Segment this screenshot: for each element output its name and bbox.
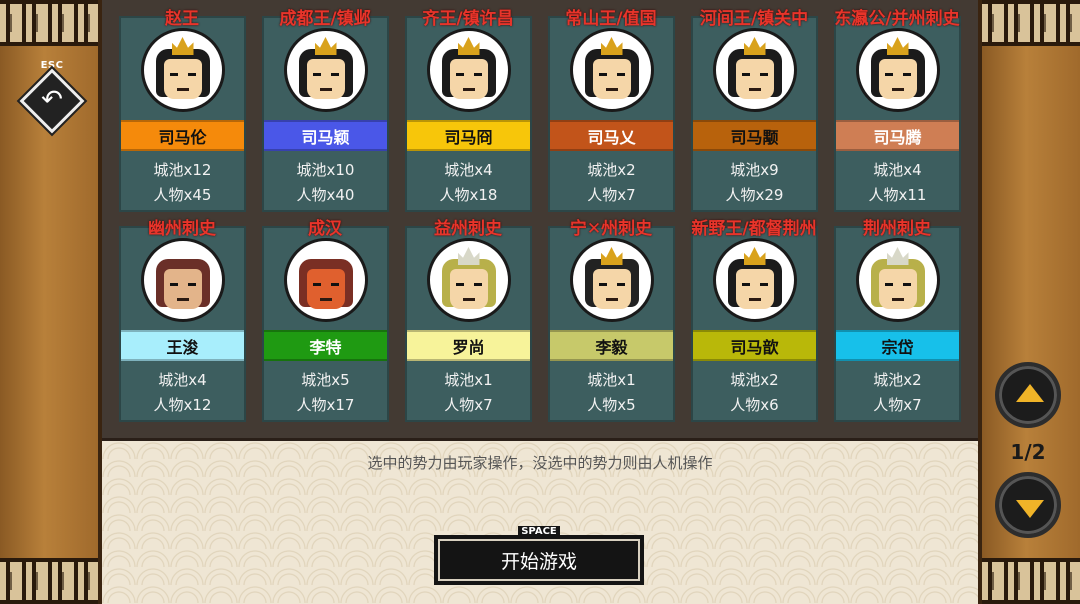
faction-grid: 司马伦 城池x12 人物x45 司马颖 城池x10 人物x40 司马冏 城池x4… bbox=[102, 0, 978, 438]
people-count: 人物x12 bbox=[153, 396, 212, 414]
faction-title-part: 宁 bbox=[569, 219, 587, 239]
faction-leader-name: 司马颖 bbox=[264, 120, 387, 151]
faction-title: 齐王/镇许昌 bbox=[422, 9, 514, 29]
fret-pattern-top-left bbox=[0, 0, 98, 46]
faction-title: 荆州刺史 bbox=[863, 219, 931, 239]
faction-title: 河间王/镇关中 bbox=[699, 9, 809, 29]
faction-leader-name: 罗尚 bbox=[407, 330, 530, 361]
city-count: 城池x4 bbox=[444, 161, 493, 179]
faction-card[interactable]: 宗岱 城池x2 人物x7 bbox=[834, 226, 961, 422]
back-arrow-icon: ↶ bbox=[41, 85, 63, 115]
faction-title: 成都王/镇邺 bbox=[279, 9, 371, 29]
portrait-icon bbox=[569, 28, 654, 112]
portrait-icon bbox=[712, 28, 797, 112]
faction-leader-name: 司马腾 bbox=[836, 120, 959, 151]
faction-card[interactable]: 王浚 城池x4 人物x12 bbox=[119, 226, 246, 422]
faction-leader-name: 司马伦 bbox=[121, 120, 244, 151]
faction-title: 东瀛公/并州刺史 bbox=[834, 9, 960, 29]
page-up-button[interactable] bbox=[995, 362, 1061, 428]
page-down-button[interactable] bbox=[995, 472, 1061, 538]
faction-leader-name: 王浚 bbox=[121, 330, 244, 361]
faction-leader-name: 李毅 bbox=[550, 330, 673, 361]
city-count: 城池x2 bbox=[730, 371, 779, 389]
back-button[interactable]: ESC ↶ bbox=[16, 60, 88, 137]
faction-title: 益州刺史 bbox=[434, 219, 502, 239]
faction-card[interactable]: 李毅 城池x1 人物x5 bbox=[548, 226, 675, 422]
people-count: 人物x18 bbox=[439, 186, 498, 204]
faction-leader-name: 司马颙 bbox=[693, 120, 816, 151]
people-count: 人物x40 bbox=[296, 186, 355, 204]
city-count: 城池x4 bbox=[873, 161, 922, 179]
faction-title: 新野王/都督荆州 bbox=[691, 219, 817, 239]
portrait-icon bbox=[426, 238, 511, 322]
faction-card[interactable]: 李特 城池x5 人物x17 bbox=[262, 226, 389, 422]
portrait-icon bbox=[283, 28, 368, 112]
fret-pattern-top-right bbox=[982, 0, 1080, 46]
people-count: 人物x7 bbox=[444, 396, 493, 414]
faction-title: 幽州刺史 bbox=[148, 219, 216, 239]
faction-leader-name: 宗岱 bbox=[836, 330, 959, 361]
faction-card[interactable]: 司马腾 城池x4 人物x11 bbox=[834, 16, 961, 212]
city-count: 城池x9 bbox=[730, 161, 779, 179]
faction-title: 赵王 bbox=[165, 9, 199, 29]
faction-title: 宁✕州刺史 bbox=[536, 214, 686, 239]
portrait-icon bbox=[140, 28, 225, 112]
faction-leader-name: 司马乂 bbox=[550, 120, 673, 151]
faction-leader-name: 司马歆 bbox=[693, 330, 816, 361]
city-count: 城池x12 bbox=[153, 161, 212, 179]
space-key-label: SPACE bbox=[434, 526, 644, 537]
people-count: 人物x5 bbox=[587, 396, 636, 414]
faction-card[interactable]: 罗尚 城池x1 人物x7 bbox=[405, 226, 532, 422]
people-count: 人物x11 bbox=[868, 186, 927, 204]
city-count: 城池x10 bbox=[296, 161, 355, 179]
portrait-icon bbox=[855, 238, 940, 322]
faction-card[interactable]: 司马乂 城池x2 人物x7 bbox=[548, 16, 675, 212]
city-count: 城池x4 bbox=[158, 371, 207, 389]
portrait-icon bbox=[426, 28, 511, 112]
faction-title-part: 州刺史 bbox=[601, 219, 653, 239]
portrait-icon bbox=[569, 238, 654, 322]
people-count: 人物x7 bbox=[873, 396, 922, 414]
portrait-icon bbox=[855, 28, 940, 112]
people-count: 人物x45 bbox=[153, 186, 212, 204]
portrait-icon bbox=[140, 238, 225, 322]
people-count: 人物x29 bbox=[725, 186, 784, 204]
faction-card[interactable]: 司马歆 城池x2 人物x6 bbox=[691, 226, 818, 422]
arrow-down-icon bbox=[1016, 500, 1044, 518]
people-count: 人物x6 bbox=[730, 396, 779, 414]
selection-hint: 选中的势力由玩家操作，没选中的势力则由人机操作 bbox=[367, 454, 713, 472]
faction-card[interactable]: 司马颖 城池x10 人物x40 bbox=[262, 16, 389, 212]
faction-title: 常山王/值国 bbox=[565, 9, 657, 29]
cross-mark-icon: ✕ bbox=[586, 219, 602, 239]
faction-card[interactable]: 司马伦 城池x12 人物x45 bbox=[119, 16, 246, 212]
faction-card[interactable]: 司马颙 城池x9 人物x29 bbox=[691, 16, 818, 212]
city-count: 城池x2 bbox=[873, 371, 922, 389]
portrait-icon bbox=[712, 238, 797, 322]
people-count: 人物x17 bbox=[296, 396, 355, 414]
city-count: 城池x1 bbox=[444, 371, 493, 389]
portrait-icon bbox=[283, 238, 368, 322]
faction-card[interactable]: 司马冏 城池x4 人物x18 bbox=[405, 16, 532, 212]
arrow-up-icon bbox=[1016, 384, 1044, 402]
people-count: 人物x7 bbox=[587, 186, 636, 204]
city-count: 城池x2 bbox=[587, 161, 636, 179]
faction-leader-name: 李特 bbox=[264, 330, 387, 361]
start-game-button[interactable]: 开始游戏 bbox=[434, 535, 644, 585]
city-count: 城池x5 bbox=[301, 371, 350, 389]
fret-pattern-bottom-right bbox=[982, 558, 1080, 604]
faction-title: 成汉 bbox=[308, 219, 342, 239]
fret-pattern-bottom-left bbox=[0, 558, 98, 604]
faction-leader-name: 司马冏 bbox=[407, 120, 530, 151]
city-count: 城池x1 bbox=[587, 371, 636, 389]
page-indicator: 1/2 bbox=[1010, 440, 1046, 464]
